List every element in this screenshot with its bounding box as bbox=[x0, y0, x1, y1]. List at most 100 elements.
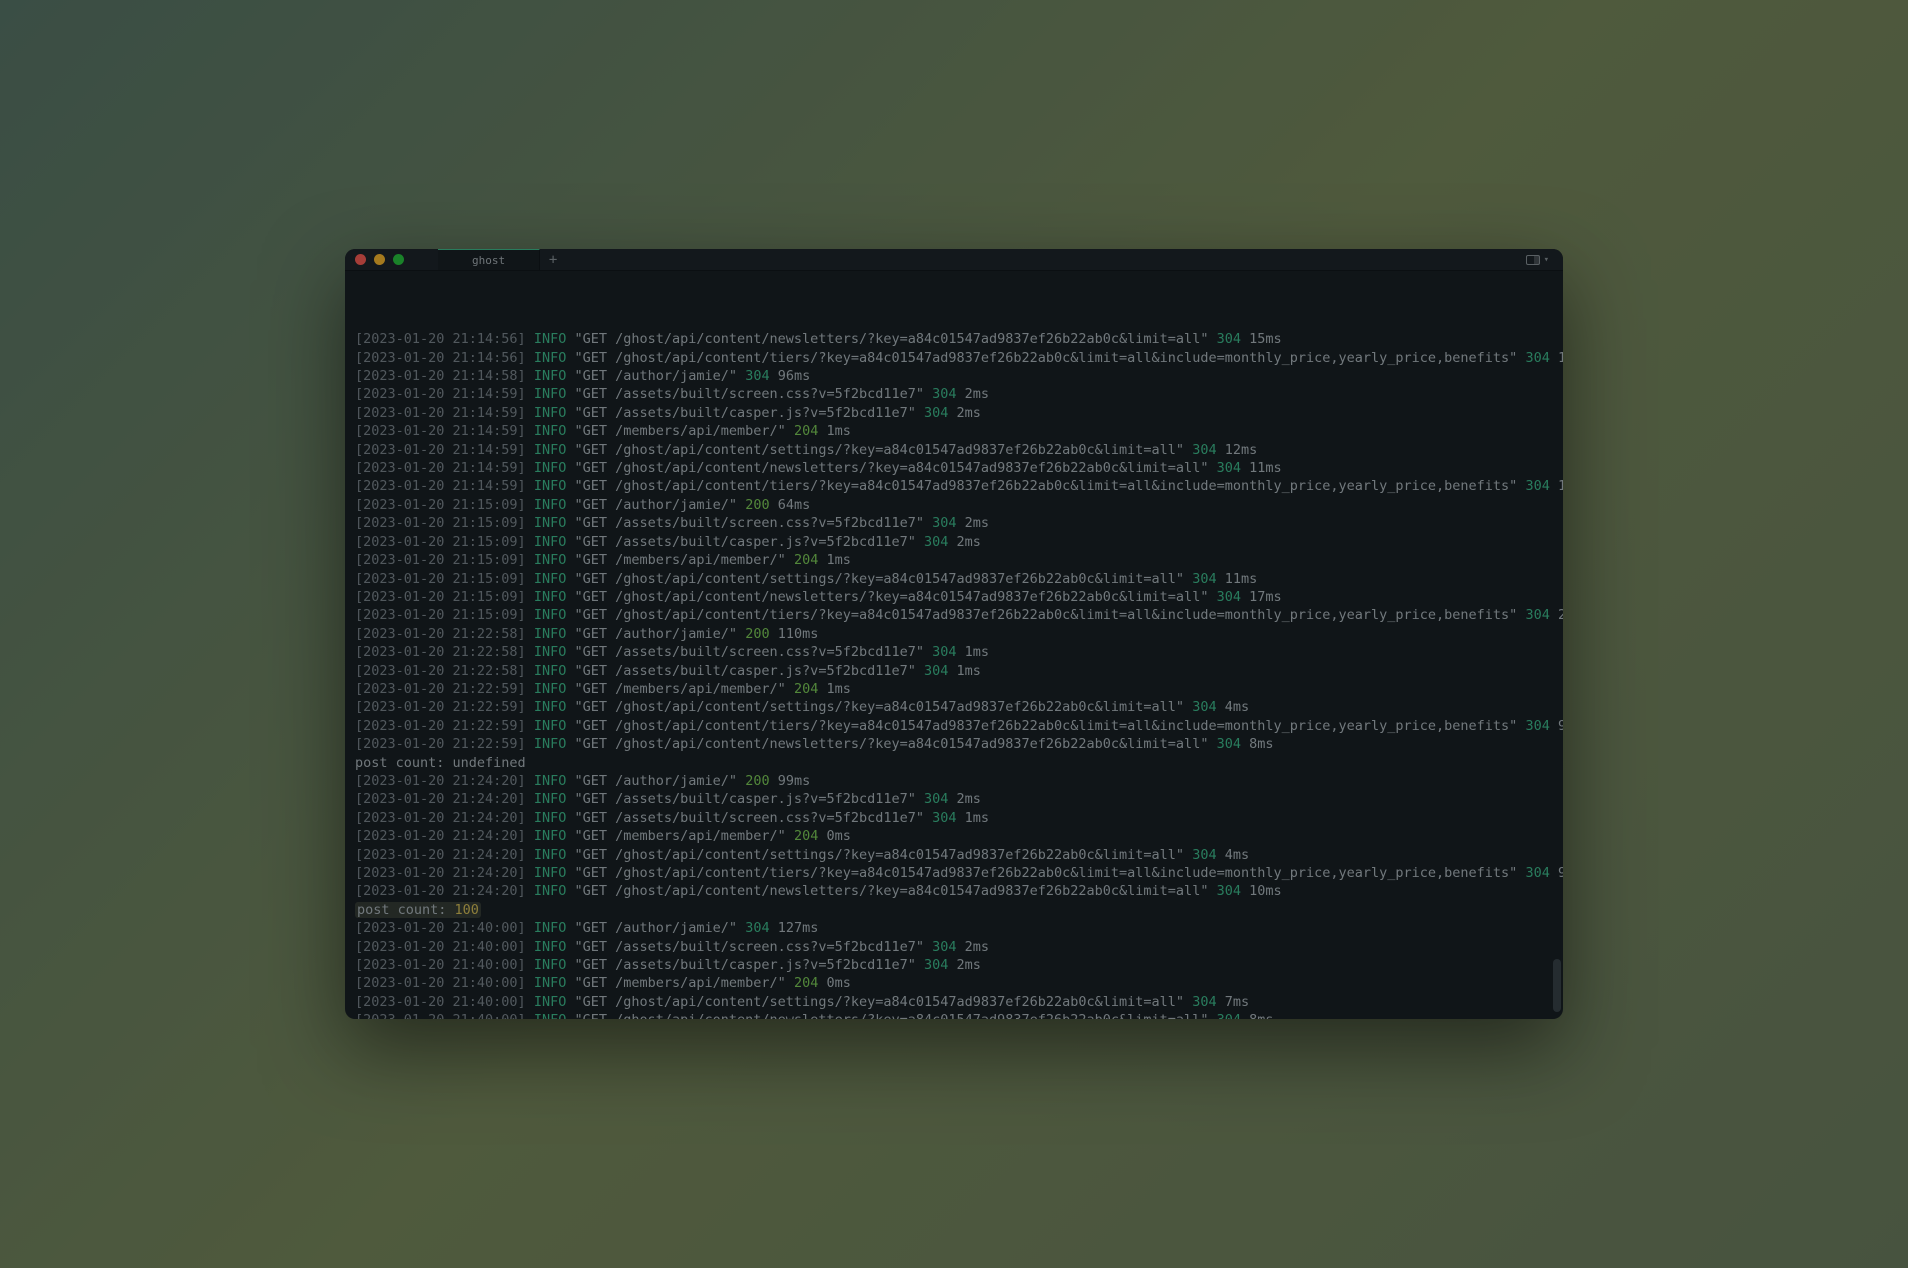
log-level: INFO bbox=[534, 497, 567, 513]
log-request: "GET /ghost/api/content/tiers/?key=a84c0… bbox=[574, 607, 1517, 623]
log-timestamp: [2023-01-20 21:15:09] bbox=[355, 607, 526, 623]
tab-ghost[interactable]: ghost bbox=[438, 249, 540, 270]
log-line: [2023-01-20 21:40:00] INFO "GET /members… bbox=[355, 974, 1553, 992]
log-level: INFO bbox=[534, 718, 567, 734]
log-request: "GET /assets/built/screen.css?v=5f2bcd11… bbox=[574, 515, 924, 531]
log-duration: 2ms bbox=[965, 515, 989, 531]
log-duration: 2ms bbox=[957, 791, 981, 807]
minimize-icon[interactable] bbox=[374, 254, 385, 265]
log-timestamp: [2023-01-20 21:15:09] bbox=[355, 534, 526, 550]
log-duration: 64ms bbox=[778, 497, 811, 513]
log-request: "GET /ghost/api/content/newsletters/?key… bbox=[574, 1012, 1208, 1019]
log-level: INFO bbox=[534, 810, 567, 826]
log-request: "GET /ghost/api/content/tiers/?key=a84c0… bbox=[574, 865, 1517, 881]
scrollbar[interactable] bbox=[1553, 271, 1561, 1019]
close-icon[interactable] bbox=[355, 254, 366, 265]
log-level: INFO bbox=[534, 478, 567, 494]
chevron-down-icon[interactable]: ▾ bbox=[1544, 255, 1549, 265]
log-duration: 1ms bbox=[826, 552, 850, 568]
log-line: [2023-01-20 21:14:58] INFO "GET /author/… bbox=[355, 367, 1553, 385]
scrollbar-thumb[interactable] bbox=[1553, 959, 1561, 1011]
log-timestamp: [2023-01-20 21:14:56] bbox=[355, 331, 526, 347]
log-duration: 7ms bbox=[1225, 994, 1249, 1010]
log-duration: 96ms bbox=[778, 368, 811, 384]
log-status: 304 bbox=[1192, 699, 1216, 715]
log-status: 304 bbox=[1525, 718, 1549, 734]
log-line: [2023-01-20 21:22:59] INFO "GET /ghost/a… bbox=[355, 717, 1553, 735]
log-timestamp: [2023-01-20 21:22:58] bbox=[355, 626, 526, 642]
log-level: INFO bbox=[534, 957, 567, 973]
log-timestamp: [2023-01-20 21:15:09] bbox=[355, 589, 526, 605]
log-line: [2023-01-20 21:22:59] INFO "GET /ghost/a… bbox=[355, 735, 1553, 753]
log-level: INFO bbox=[534, 589, 567, 605]
log-timestamp: [2023-01-20 21:40:00] bbox=[355, 957, 526, 973]
terminal-window: ghost + ▾ [2023-01-20 21:14:56] INFO "GE… bbox=[345, 249, 1563, 1019]
log-status: 204 bbox=[794, 423, 818, 439]
new-tab-button[interactable]: + bbox=[540, 249, 566, 270]
panes-icon[interactable] bbox=[1526, 255, 1540, 265]
maximize-icon[interactable] bbox=[393, 254, 404, 265]
log-timestamp: [2023-01-20 21:14:59] bbox=[355, 405, 526, 421]
log-timestamp: [2023-01-20 21:22:59] bbox=[355, 718, 526, 734]
log-timestamp: [2023-01-20 21:22:58] bbox=[355, 663, 526, 679]
log-status: 304 bbox=[1217, 1012, 1241, 1019]
log-status: 304 bbox=[924, 791, 948, 807]
log-level: INFO bbox=[534, 607, 567, 623]
log-request: "GET /ghost/api/content/settings/?key=a8… bbox=[574, 994, 1184, 1010]
log-level: INFO bbox=[534, 847, 567, 863]
log-status: 304 bbox=[745, 368, 769, 384]
log-status: 304 bbox=[932, 644, 956, 660]
log-line: [2023-01-20 21:14:59] INFO "GET /assets/… bbox=[355, 385, 1553, 403]
log-status: 304 bbox=[1525, 478, 1549, 494]
log-level: INFO bbox=[534, 442, 567, 458]
log-status: 304 bbox=[1192, 442, 1216, 458]
log-level: INFO bbox=[534, 773, 567, 789]
log-duration: 15ms bbox=[1249, 331, 1282, 347]
log-request: "GET /assets/built/screen.css?v=5f2bcd11… bbox=[574, 644, 924, 660]
log-request: "GET /assets/built/casper.js?v=5f2bcd11e… bbox=[574, 791, 915, 807]
log-level: INFO bbox=[534, 368, 567, 384]
log-duration: 1ms bbox=[965, 644, 989, 660]
terminal-output[interactable]: [2023-01-20 21:14:56] INFO "GET /ghost/a… bbox=[345, 271, 1563, 1019]
log-level: INFO bbox=[534, 331, 567, 347]
log-level: INFO bbox=[534, 699, 567, 715]
log-timestamp: [2023-01-20 21:24:20] bbox=[355, 865, 526, 881]
log-status: 200 bbox=[745, 497, 769, 513]
log-timestamp: [2023-01-20 21:24:20] bbox=[355, 791, 526, 807]
log-timestamp: [2023-01-20 21:14:59] bbox=[355, 478, 526, 494]
titlebar: ghost + ▾ bbox=[345, 249, 1563, 271]
log-count-label: post count: bbox=[357, 902, 455, 918]
log-line: [2023-01-20 21:24:20] INFO "GET /ghost/a… bbox=[355, 882, 1553, 900]
log-status: 304 bbox=[1525, 350, 1549, 366]
log-line: [2023-01-20 21:15:09] INFO "GET /members… bbox=[355, 551, 1553, 569]
log-status: 304 bbox=[924, 534, 948, 550]
log-request: "GET /assets/built/screen.css?v=5f2bcd11… bbox=[574, 939, 924, 955]
log-level: INFO bbox=[534, 975, 567, 991]
log-duration: 110ms bbox=[778, 626, 819, 642]
log-line: [2023-01-20 21:22:59] INFO "GET /members… bbox=[355, 680, 1553, 698]
log-status: 304 bbox=[1192, 994, 1216, 1010]
tab-label: ghost bbox=[472, 254, 505, 267]
log-request: "GET /members/api/member/" bbox=[574, 423, 785, 439]
log-line: [2023-01-20 21:15:09] INFO "GET /ghost/a… bbox=[355, 570, 1553, 588]
log-duration: 2ms bbox=[957, 405, 981, 421]
log-duration: 99ms bbox=[778, 773, 811, 789]
log-request: "GET /assets/built/screen.css?v=5f2bcd11… bbox=[574, 810, 924, 826]
log-duration: 1ms bbox=[826, 681, 850, 697]
log-line: [2023-01-20 21:22:58] INFO "GET /assets/… bbox=[355, 662, 1553, 680]
log-line: [2023-01-20 21:14:59] INFO "GET /ghost/a… bbox=[355, 477, 1553, 495]
log-status: 204 bbox=[794, 552, 818, 568]
log-request: "GET /ghost/api/content/tiers/?key=a84c0… bbox=[574, 718, 1517, 734]
log-request: "GET /members/api/member/" bbox=[574, 681, 785, 697]
log-request: "GET /assets/built/casper.js?v=5f2bcd11e… bbox=[574, 534, 915, 550]
log-request: "GET /assets/built/casper.js?v=5f2bcd11e… bbox=[574, 957, 915, 973]
log-line: [2023-01-20 21:15:09] INFO "GET /assets/… bbox=[355, 533, 1553, 551]
log-timestamp: [2023-01-20 21:24:20] bbox=[355, 773, 526, 789]
log-request: "GET /ghost/api/content/settings/?key=a8… bbox=[574, 847, 1184, 863]
log-line: [2023-01-20 21:14:59] INFO "GET /members… bbox=[355, 422, 1553, 440]
log-request: "GET /ghost/api/content/settings/?key=a8… bbox=[574, 571, 1184, 587]
log-timestamp: [2023-01-20 21:24:20] bbox=[355, 828, 526, 844]
log-line: [2023-01-20 21:24:20] INFO "GET /assets/… bbox=[355, 790, 1553, 808]
log-status: 304 bbox=[1192, 847, 1216, 863]
tabs: ghost + bbox=[438, 249, 566, 270]
